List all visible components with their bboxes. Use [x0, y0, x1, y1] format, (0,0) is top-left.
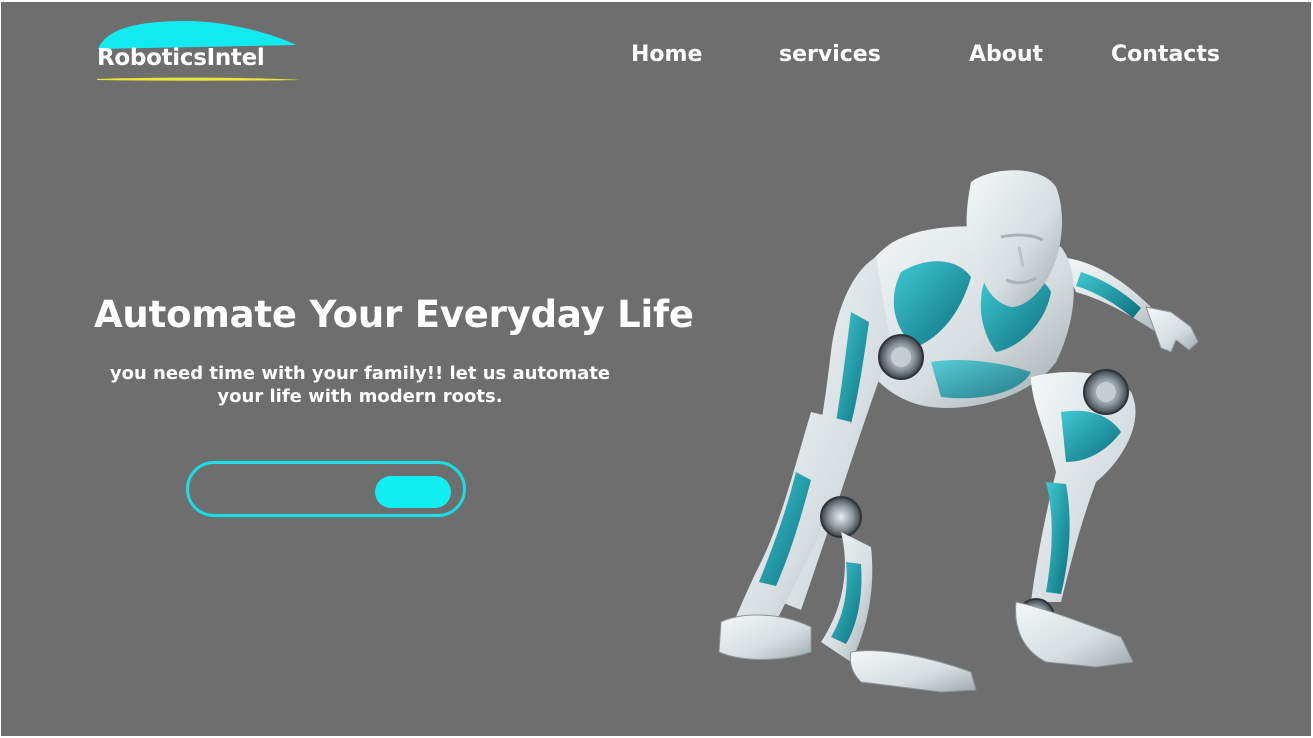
humanoid-robot-image — [718, 170, 1199, 693]
nav-services[interactable]: services — [779, 42, 881, 67]
search-button[interactable] — [375, 476, 451, 508]
search-bar — [186, 461, 466, 517]
hero-title: Automate Your Everyday Life — [94, 293, 694, 336]
search-input[interactable] — [207, 474, 371, 506]
brand-name: RoboticsIntel — [97, 45, 265, 71]
brand-logo[interactable]: RoboticsIntel — [96, 19, 306, 85]
hero-subtitle: you need time with your family!! let us … — [109, 363, 611, 407]
logo-underline-icon — [97, 77, 300, 81]
nav-contacts[interactable]: Contacts — [1111, 42, 1220, 67]
nav-home[interactable]: Home — [631, 42, 702, 67]
nav-about[interactable]: About — [969, 42, 1043, 67]
landing-page: RoboticsIntel Home services About Contac… — [1, 2, 1311, 736]
